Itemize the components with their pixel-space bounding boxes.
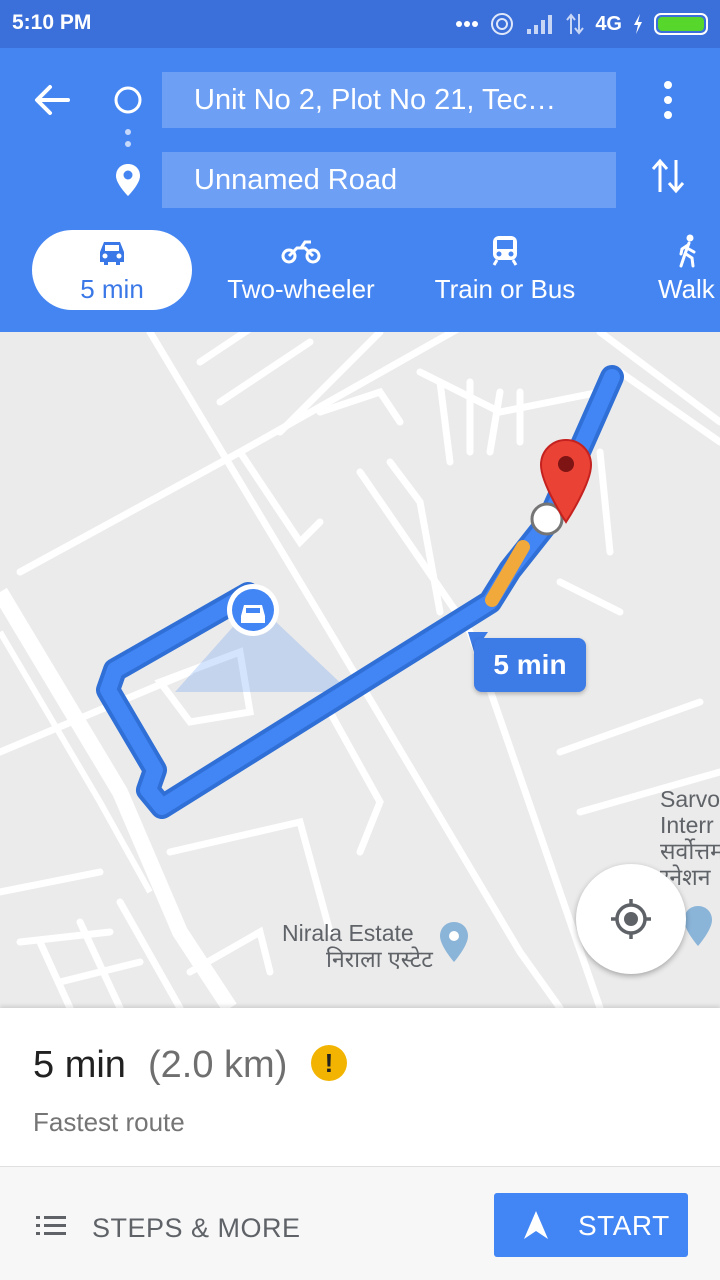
mode-walk-label: Walk	[658, 274, 715, 304]
current-location-car-icon	[227, 584, 279, 636]
poi-sarvo-line3: सर्वोत्तम	[660, 838, 720, 864]
nirala-poi-pin-icon[interactable]	[440, 922, 468, 962]
status-time: 5:10 PM	[12, 11, 92, 34]
mode-walk-tab[interactable]: Walk	[648, 230, 720, 310]
origin-input[interactable]: Unit No 2, Plot No 21, Tec…	[162, 72, 616, 128]
car-icon	[100, 242, 124, 265]
poi-nirala-name-en: Nirala Estate	[282, 920, 414, 946]
route-eta-bubble[interactable]: 5 min	[474, 638, 586, 692]
network-type: 4G	[595, 12, 622, 35]
warning-icon[interactable]: !	[311, 1045, 347, 1081]
destination-pin-icon	[116, 164, 140, 196]
start-label: START	[578, 1210, 670, 1241]
mode-car-label: 5 min	[80, 274, 144, 304]
steps-and-more-label: STEPS & MORE	[92, 1213, 301, 1243]
battery-icon	[654, 13, 708, 35]
walk-icon	[679, 234, 696, 268]
route-subtitle: Fastest route	[33, 1107, 185, 1137]
charging-icon	[634, 14, 642, 34]
route-line	[100, 369, 620, 815]
back-arrow-icon[interactable]	[32, 82, 72, 118]
poi-nirala-estate[interactable]: Nirala Estate निराला एस्टेट	[282, 920, 433, 972]
overflow-menu-icon[interactable]	[656, 78, 680, 122]
my-location-button[interactable]	[576, 864, 686, 974]
more-dots-icon	[456, 21, 479, 27]
map-view[interactable]: 5 min Nirala Estate निराला एस्टेट Sarvo …	[0, 332, 720, 1008]
route-duration: 5 min	[33, 1044, 126, 1086]
route-summary-sheet[interactable]: 5 min (2.0 km) ! Fastest route	[0, 1008, 720, 1166]
sarvo-poi-pin-icon[interactable]	[684, 906, 712, 946]
list-icon	[36, 1216, 66, 1235]
destination-input[interactable]: Unnamed Road	[162, 152, 616, 208]
signal-icon	[527, 15, 553, 34]
navigation-arrow-icon	[524, 1211, 548, 1239]
mode-two-wheeler-label: Two-wheeler	[227, 274, 375, 304]
poi-sarvo[interactable]: Sarvo Interr सर्वोत्तम रनेशन	[660, 786, 720, 890]
directions-header: Unit No 2, Plot No 21, Tec… Unnamed Road…	[0, 48, 720, 332]
hotspot-icon	[491, 13, 514, 35]
route-footer: STEPS & MORE START	[0, 1166, 720, 1280]
start-navigation-button[interactable]: START	[494, 1193, 688, 1257]
train-icon	[492, 236, 518, 266]
poi-sarvo-line2: Interr	[660, 812, 714, 838]
status-bar: 5:10 PM 4G	[0, 0, 720, 48]
steps-and-more-button[interactable]: STEPS & MORE	[20, 1195, 320, 1259]
mode-transit-label: Train or Bus	[434, 274, 576, 304]
mode-car-tab[interactable]: 5 min	[32, 230, 192, 310]
poi-sarvo-line1: Sarvo	[660, 786, 720, 812]
mode-transit-tab[interactable]: Train or Bus	[420, 230, 590, 310]
route-dots-icon	[125, 129, 131, 147]
motorcycle-icon	[281, 240, 321, 264]
swap-icon[interactable]	[650, 156, 686, 196]
mode-two-wheeler-tab[interactable]: Two-wheeler	[212, 230, 390, 310]
route-distance: (2.0 km)	[148, 1044, 288, 1086]
status-icons: 4G	[455, 9, 708, 39]
poi-nirala-name-hi: निराला एस्टेट	[326, 946, 433, 972]
origin-circle-icon	[114, 86, 142, 114]
data-arrows-icon	[566, 13, 585, 35]
my-location-icon	[611, 899, 651, 939]
